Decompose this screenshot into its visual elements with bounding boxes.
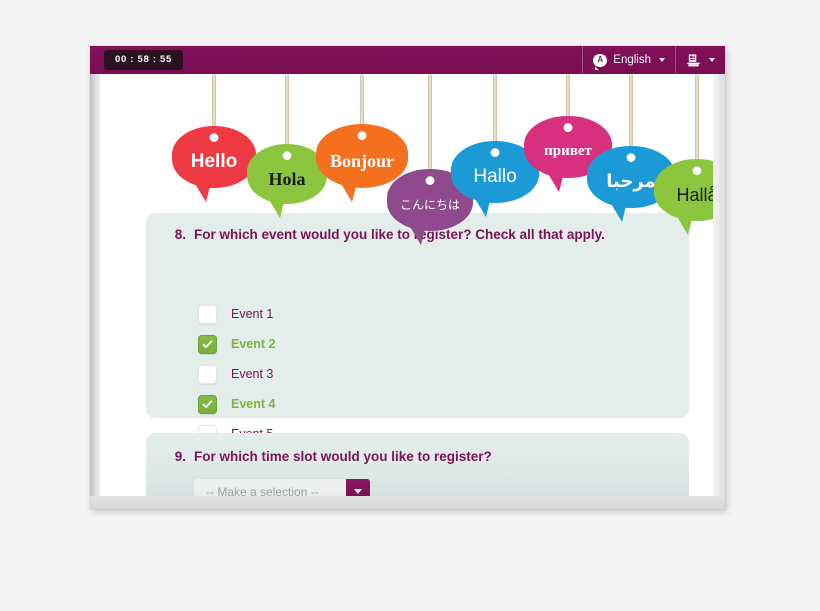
top-bar: 00 : 58 : 55 A English xyxy=(90,46,725,74)
bubble-tail xyxy=(676,215,694,235)
bubble-hole xyxy=(425,176,435,185)
chevron-down-icon xyxy=(709,58,715,62)
choice-label-event-2: Event 2 xyxy=(231,337,276,351)
bubble-hole xyxy=(563,123,573,132)
choice-label-event-4: Event 4 xyxy=(231,397,276,411)
bubble-tail xyxy=(193,182,211,202)
speech-bubble-a-icon: A xyxy=(593,53,608,67)
bubble-label: مرحبا xyxy=(606,170,656,192)
checkbox-event-1[interactable] xyxy=(198,304,217,324)
bubble-shape: Hallå xyxy=(654,159,713,235)
question-8-heading: 8. For which event would you like to reg… xyxy=(164,227,605,242)
bubble-hole xyxy=(209,133,219,142)
checkbox-event-4[interactable] xyxy=(198,394,217,414)
presentation-icon xyxy=(686,53,701,68)
app-window: 00 : 58 : 55 A English Hello Hola Bonjou… xyxy=(90,46,725,509)
choice-event-3[interactable]: Event 3 xyxy=(198,359,275,389)
bubble-tail xyxy=(339,182,357,202)
speech-bubble-banner: Hello Hola Bonjour こんにちは Hallo привет مرحبا Hal… xyxy=(100,74,713,245)
speech-bubble-8: Hallå xyxy=(654,74,713,243)
choice-label-event-1: Event 1 xyxy=(231,307,274,321)
bubble-label: Hallo xyxy=(473,166,517,187)
display-options-button[interactable] xyxy=(675,46,725,74)
checkbox-event-2[interactable] xyxy=(198,334,217,354)
time-slot-dropdown[interactable]: -- Make a selection -- xyxy=(194,479,370,496)
choice-label-event-3: Event 3 xyxy=(231,367,274,381)
bubble-tail xyxy=(473,197,491,217)
question-8-number: 8. xyxy=(174,227,186,242)
choice-event-4[interactable]: Event 4 xyxy=(198,389,275,419)
check-icon xyxy=(202,339,213,348)
bubble-hole xyxy=(626,153,636,162)
window-scroll-gutter-left[interactable] xyxy=(90,74,100,509)
bubble-shape: Hola xyxy=(247,144,327,218)
choice-event-2[interactable]: Event 2 xyxy=(198,329,275,359)
page-root: 00 : 58 : 55 A English Hello Hola Bonjou… xyxy=(0,0,820,611)
bubble-tail xyxy=(609,202,627,222)
bubble-tail xyxy=(409,225,427,245)
bubble-shape: Hello xyxy=(172,126,256,202)
dropdown-toggle-button[interactable] xyxy=(346,479,370,496)
bubble-hole xyxy=(357,131,367,140)
language-selector-label: English xyxy=(613,54,651,66)
bubble-tail xyxy=(267,198,285,218)
bubble-label: Hallå xyxy=(676,184,713,205)
exam-timer: 00 : 58 : 55 xyxy=(104,50,183,70)
chevron-down-icon xyxy=(354,489,362,494)
choice-event-1[interactable]: Event 1 xyxy=(198,299,275,329)
question-9-heading: 9. For which time slot would you like to… xyxy=(164,449,492,464)
checkbox-event-3[interactable] xyxy=(198,364,217,384)
question-9-panel: 9. For which time slot would you like to… xyxy=(146,433,689,496)
bubble-label: привет xyxy=(544,143,592,159)
speech-bubble-2: Hola xyxy=(247,74,327,226)
window-frame-right xyxy=(713,74,725,509)
bubble-hole xyxy=(692,166,702,175)
bubble-label: こんにちは xyxy=(399,197,460,212)
bubble-label: Hello xyxy=(190,151,238,172)
question-9-text: For which time slot would you like to re… xyxy=(194,449,492,464)
chevron-down-icon xyxy=(659,58,665,62)
language-selector[interactable]: A English xyxy=(582,46,675,74)
content-area: Hello Hola Bonjour こんにちは Hallo привет مرحبا Hal… xyxy=(100,74,713,496)
check-icon xyxy=(202,399,213,408)
bubble-label: Hola xyxy=(268,168,306,189)
question-8-choice-list: Event 1 Event 2 Event 3 Event 4 xyxy=(198,299,275,449)
bubble-hole xyxy=(490,148,500,157)
question-9-number: 9. xyxy=(174,449,186,464)
time-slot-dropdown-value: -- Make a selection -- xyxy=(194,479,346,496)
window-frame-bottom xyxy=(90,496,725,509)
bubble-hole xyxy=(282,151,292,160)
bubble-tail xyxy=(546,172,564,192)
bubble-label: Bonjour xyxy=(329,150,394,171)
speech-bubble-1: Hello xyxy=(172,74,256,210)
